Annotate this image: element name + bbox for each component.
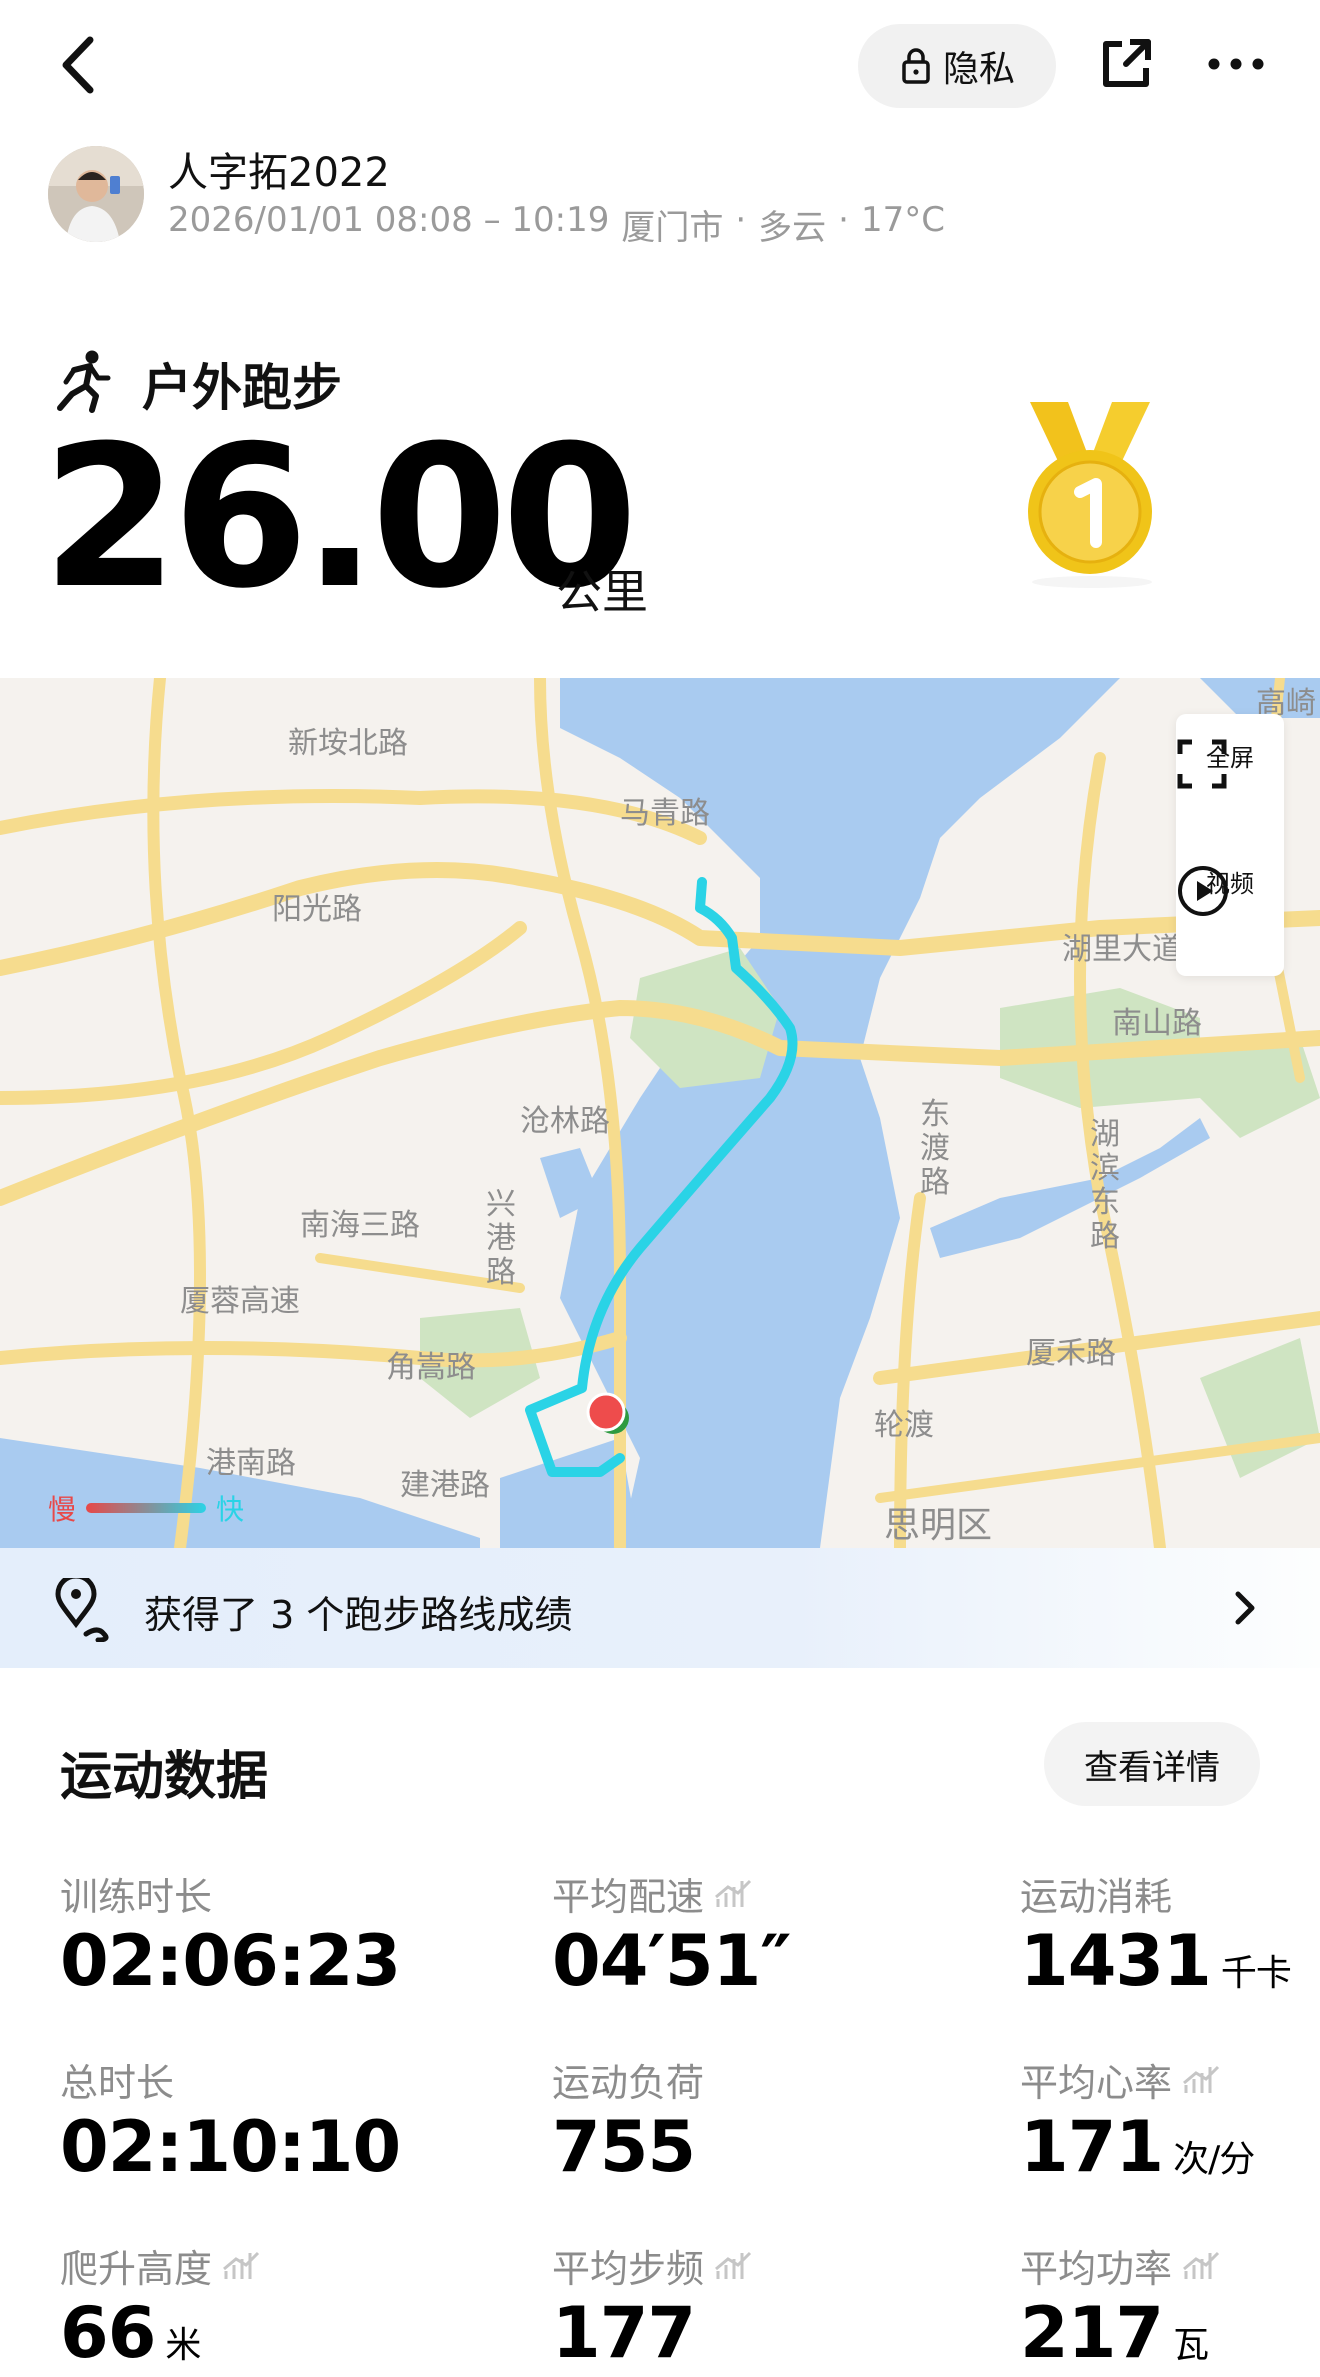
stat-value: 177 <box>552 2292 696 2374</box>
distance-unit: 公里 <box>556 565 648 619</box>
map-label: 湖里大道 <box>1062 932 1182 967</box>
map-label: 角嵩路 <box>386 1350 476 1385</box>
legend-fast: 快 <box>216 1493 245 1526</box>
map-label: 轮渡 <box>874 1408 934 1443</box>
stat-value: 02:10:10 <box>60 2106 401 2188</box>
fullscreen-button[interactable]: 全屏 <box>1176 738 1284 838</box>
share-icon <box>1103 39 1151 87</box>
chevron-left-icon <box>62 36 94 94</box>
map-label: 厦禾路 <box>1026 1336 1116 1371</box>
temperature: 17°C <box>860 200 945 240</box>
activity-meta: 2026/01/01 08:08 – 10:19 厦门市 · 多云 · 17°C <box>168 200 945 249</box>
stat-value: 1431 千卡 <box>1020 1920 1292 2002</box>
more-icon <box>1208 58 1264 70</box>
stat-label: 平均配速 <box>552 1866 754 1921</box>
stat-label: 爬升高度 <box>60 2238 262 2293</box>
back-button[interactable] <box>52 30 112 100</box>
chart-icon <box>1183 2065 1220 2093</box>
gold-medal-icon <box>1010 392 1170 592</box>
separator: · <box>735 200 747 240</box>
fullscreen-icon <box>1177 739 1227 789</box>
map-label: 东渡路 <box>920 1097 950 1200</box>
weather: 多云 <box>758 208 827 248</box>
lock-icon <box>902 48 930 84</box>
map-label: 湖滨东路 <box>1090 1117 1120 1254</box>
map-label: 南山路 <box>1112 1006 1202 1041</box>
pace-legend: 慢 快 <box>48 1488 244 1528</box>
stat-label: 平均心率 <box>1020 2052 1222 2107</box>
stat-value: 171 次/分 <box>1020 2106 1255 2188</box>
map-label: 港南路 <box>206 1446 296 1481</box>
username: 人字拓2022 <box>168 150 390 196</box>
more-button[interactable] <box>1204 44 1268 84</box>
stat-label: 运动负荷 <box>552 2061 705 2105</box>
map-label: 兴港路 <box>486 1187 516 1290</box>
avatar-image <box>48 146 144 242</box>
legend-slow: 慢 <box>48 1493 77 1526</box>
stat-label: 训练时长 <box>60 1875 213 1919</box>
stat-value: 04′51″ <box>552 1920 792 2002</box>
map-controls: 全屏 视频 <box>1176 714 1284 976</box>
map-label: 思明区 <box>884 1505 993 1546</box>
stat-label: 平均功率 <box>1020 2238 1222 2293</box>
map-label: 新垵北路 <box>288 726 408 761</box>
share-button[interactable] <box>1096 34 1156 94</box>
route-map[interactable]: 新垵北路 马青路 阳光路 湖里大道 南山路 沧林路 兴港路 南海三路 东渡路 湖… <box>0 678 1320 1548</box>
map-label: 阳光路 <box>272 892 362 927</box>
privacy-button[interactable]: 隐私 <box>858 24 1056 108</box>
map-label: 厦蓉高速 <box>180 1284 300 1319</box>
stats-title: 运动数据 <box>60 1747 269 1807</box>
privacy-label: 隐私 <box>942 49 1015 90</box>
stat-value: 02:06:23 <box>60 1920 401 2002</box>
video-button[interactable]: 视频 <box>1176 864 1284 964</box>
stat-value: 66 米 <box>60 2292 201 2374</box>
route-pin-icon <box>54 1573 114 1646</box>
stat-label: 总时长 <box>60 2061 175 2105</box>
distance-value: 26.00 <box>42 404 638 632</box>
view-details-button[interactable]: 查看详情 <box>1044 1722 1260 1806</box>
chart-icon <box>223 2251 260 2279</box>
map-label: 建港路 <box>400 1468 490 1503</box>
map-label: 南海三路 <box>300 1208 420 1243</box>
chevron-right-icon <box>1230 1588 1260 1632</box>
chart-icon <box>715 2251 752 2279</box>
map-label: 沧林路 <box>520 1104 610 1139</box>
stat-label: 平均步频 <box>552 2238 754 2293</box>
stat-value: 755 <box>552 2106 696 2188</box>
pace-gradient-bar <box>86 1503 207 1513</box>
city: 厦门市 <box>621 208 724 248</box>
map-label: 马青路 <box>620 796 710 831</box>
time-range: 2026/01/01 08:08 – 10:19 <box>168 200 610 240</box>
chart-icon <box>1183 2251 1220 2279</box>
stat-value: 217 瓦 <box>1020 2292 1209 2374</box>
play-icon <box>1178 866 1228 916</box>
chart-icon <box>715 1879 752 1907</box>
avatar[interactable] <box>48 146 144 242</box>
view-details-label: 查看详情 <box>1084 1747 1220 1788</box>
route-achievement-text: 获得了 3 个跑步路线成绩 <box>144 1593 573 1637</box>
stat-label: 运动消耗 <box>1020 1875 1173 1919</box>
separator: · <box>838 200 849 240</box>
